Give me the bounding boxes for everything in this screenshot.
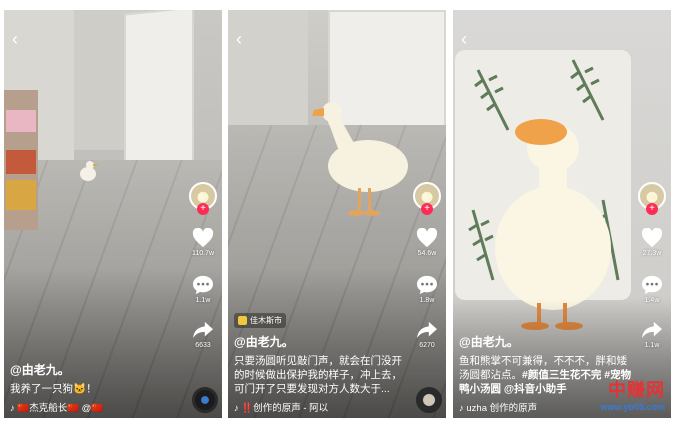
like-button[interactable]: 110.7w xyxy=(192,228,214,257)
heart-icon xyxy=(641,228,663,248)
like-count: 110.7w xyxy=(191,250,215,257)
video-panel-1[interactable]: ‹ + 110.7w 1.1w 6633 @由老九。 我养了一只狗🐱！ ♪ 🇨🇳… xyxy=(4,10,222,418)
back-icon[interactable]: ‹ xyxy=(461,30,467,48)
caption: 我养了一只狗🐱！ xyxy=(10,383,97,395)
video-info: 佳木斯市 @由老九。 只要汤圆听见敲门声，就会在门没开的时候做出保护我的样子，冲… xyxy=(234,312,410,414)
comment-icon xyxy=(417,275,437,295)
back-icon[interactable]: ‹ xyxy=(236,30,242,48)
heart-icon xyxy=(192,228,214,248)
share-icon xyxy=(417,321,437,339)
share-icon xyxy=(642,321,662,339)
music-label[interactable]: ♪ 🇨🇳杰克船长🇨🇳 @🇨🇳 xyxy=(10,400,186,414)
action-rail: + 110.7w 1.1w 6633 xyxy=(188,182,218,349)
like-count: 54.6w xyxy=(417,250,437,257)
share-button[interactable]: 6270 xyxy=(416,320,438,349)
music-label[interactable]: ♪ ‼️创作的原声 - 阿以 xyxy=(234,400,410,414)
share-button[interactable]: 1.1w xyxy=(641,320,663,349)
duck-illustration xyxy=(80,161,97,181)
share-count: 6270 xyxy=(419,342,435,349)
comment-count: 1.8w xyxy=(419,297,435,304)
back-icon[interactable]: ‹ xyxy=(12,30,18,48)
video-info: @由老九。 我养了一只狗🐱！ ♪ 🇨🇳杰克船长🇨🇳 @🇨🇳 xyxy=(10,361,186,414)
watermark-title: 中赚网 xyxy=(608,380,665,400)
video-panel-2[interactable]: ‹ + 54.6w 1.8w 6270 佳木斯市 @由老九。 只要汤圆听见敲门声… xyxy=(228,10,446,418)
caption: 只要汤圆听见敲门声，就会在门没开的时候做出保护我的样子，冲上去，可门开了只要发现… xyxy=(234,355,402,395)
share-count: 1.1w xyxy=(644,342,660,349)
site-watermark: 中赚网 www.yb05.com xyxy=(600,376,665,412)
avatar[interactable]: + xyxy=(638,182,666,215)
comment-count: 1.4w xyxy=(644,297,660,304)
author-handle[interactable]: @由老九。 xyxy=(10,361,186,378)
action-rail: + 54.6w 1.8w 6270 xyxy=(412,182,442,349)
author-handle[interactable]: @由老九。 xyxy=(234,333,410,350)
comment-icon xyxy=(193,275,213,295)
location-icon xyxy=(238,316,247,325)
comment-button[interactable]: 1.1w xyxy=(192,275,214,304)
comment-button[interactable]: 1.8w xyxy=(416,275,438,304)
follow-plus-icon[interactable]: + xyxy=(646,203,658,215)
watermark-url: www.yb05.com xyxy=(600,402,665,412)
location-tag[interactable]: 佳木斯市 xyxy=(234,313,286,328)
comment-icon xyxy=(642,275,662,295)
like-button[interactable]: 27.3w xyxy=(641,228,663,257)
duck-illustration xyxy=(312,102,408,216)
video-panel-3[interactable]: ‹ + 27.3w 1.4w 1.1w @由老九。 鱼和熊掌不可兼得，不不不，胖… xyxy=(453,10,671,418)
comment-count: 1.1w xyxy=(195,297,211,304)
share-icon xyxy=(193,321,213,339)
music-disc-icon[interactable] xyxy=(192,387,218,413)
location-label: 佳木斯市 xyxy=(250,316,282,325)
follow-plus-icon[interactable]: + xyxy=(421,203,433,215)
heart-icon xyxy=(416,228,438,248)
like-count: 27.3w xyxy=(642,250,662,257)
like-button[interactable]: 54.6w xyxy=(416,228,438,257)
author-handle[interactable]: @由老九。 xyxy=(459,333,635,350)
share-button[interactable]: 6633 xyxy=(192,320,214,349)
music-disc-icon[interactable] xyxy=(416,387,442,413)
shelf-illustration xyxy=(4,90,38,230)
share-count: 6633 xyxy=(195,342,211,349)
avatar[interactable]: + xyxy=(413,182,441,215)
action-rail: + 27.3w 1.4w 1.1w xyxy=(637,182,667,349)
comment-button[interactable]: 1.4w xyxy=(641,275,663,304)
follow-plus-icon[interactable]: + xyxy=(197,203,209,215)
avatar[interactable]: + xyxy=(189,182,217,215)
wall-back xyxy=(228,10,308,130)
